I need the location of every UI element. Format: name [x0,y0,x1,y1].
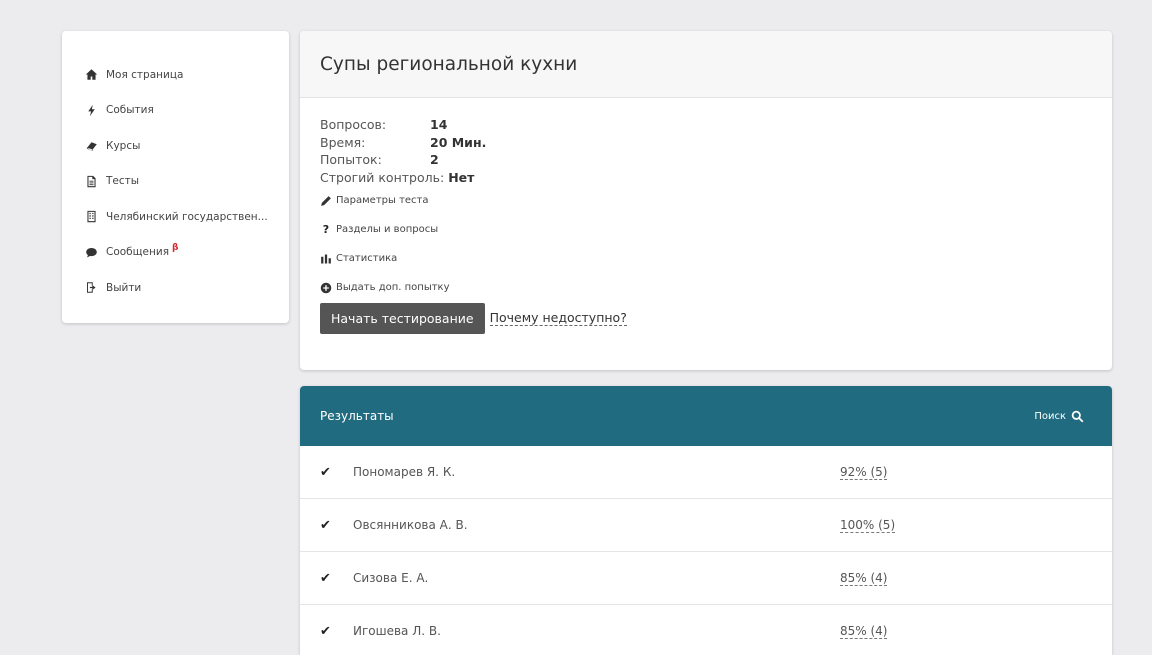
search-label: Поиск [1034,410,1066,422]
sidebar: Моя страница События Курсы Тесты Челябин… [62,31,289,323]
sidebar-item-university[interactable]: Челябинский государствен... [62,199,289,235]
book-icon [84,139,98,153]
score-link[interactable]: 85% (4) [840,624,888,639]
info-row-attempts: Попыток: 2 [320,151,1092,169]
search-icon [1071,410,1084,422]
start-row: Начать тестирование Почему недоступно? [320,303,1092,334]
action-label: Выдать доп. попытку [336,282,450,293]
building-icon [84,210,98,224]
sidebar-item-label: Сообщения [106,246,170,259]
bolt-icon [84,103,98,117]
sidebar-item-events[interactable]: События [62,93,289,129]
student-name: Сизова Е. А. [353,571,429,585]
student-name: Пономарев Я. К. [353,465,456,479]
statistics-link[interactable]: Статистика [320,244,1092,273]
table-row: ✔ Пономарев Я. К. 92% (5) [300,446,1112,499]
info-row-time: Время: 20 Мин. [320,134,1092,152]
student-name: Овсянникова А. В. [353,518,468,532]
sidebar-item-tests[interactable]: Тесты [62,164,289,200]
sidebar-item-label: Курсы [106,139,141,152]
info-label: Время: [320,134,366,150]
sections-questions-link[interactable]: ? Разделы и вопросы [320,215,1092,244]
table-row: ✔ Игошева Л. В. 85% (4) [300,605,1112,655]
action-label: Параметры теста [336,195,429,206]
score-link[interactable]: 85% (4) [840,571,888,586]
check-icon: ✔ [320,464,331,480]
page-title: Супы региональной кухни [320,53,578,75]
check-icon: ✔ [320,623,331,639]
info-label: Попыток: [320,152,382,167]
info-value: 20 Мин. [430,134,487,150]
info-row-strict-control: Строгий контроль: Нет [320,169,1092,187]
sidebar-item-label: Выйти [106,281,142,294]
info-label: Строгий контроль: [320,169,445,185]
beta-badge: β [172,243,179,254]
check-icon: ✔ [320,517,331,533]
sidebar-item-label: Моя страница [106,68,184,81]
sidebar-item-label: События [106,104,154,117]
info-value: Нет [448,169,475,185]
info-value: 2 [430,152,439,167]
action-label: Разделы и вопросы [336,224,439,235]
test-settings-link[interactable]: Параметры теста [320,186,1092,215]
sidebar-item-messages[interactable]: Сообщения β [62,235,289,271]
info-row-questions: Вопросов: 14 [320,116,1092,134]
check-icon: ✔ [320,570,331,586]
score-link[interactable]: 92% (5) [840,465,888,480]
score-link[interactable]: 100% (5) [840,518,896,533]
why-unavailable-link[interactable]: Почему недоступно? [489,311,627,326]
search-button[interactable]: Поиск [1034,410,1084,423]
results-title: Результаты [320,409,394,423]
pencil-icon [320,195,332,207]
test-info: Вопросов: 14 Время: 20 Мин. Попыток: 2 С… [300,98,1112,334]
test-card: Супы региональной кухни Вопросов: 14 Вре… [300,31,1112,370]
logout-icon [84,281,98,295]
sidebar-item-label: Тесты [106,175,140,188]
question-icon: ? [322,223,330,236]
sidebar-item-label: Челябинский государствен... [106,210,268,223]
info-value: 14 [430,117,448,132]
sidebar-item-courses[interactable]: Курсы [62,128,289,164]
results-panel: Результаты Поиск ✔ Пономарев Я. К. 92% (… [300,386,1112,655]
plus-circle-icon [320,282,332,294]
action-label: Статистика [336,253,398,264]
sidebar-item-logout[interactable]: Выйти [62,270,289,306]
sidebar-item-my-page[interactable]: Моя страница [62,57,289,93]
document-icon [84,174,98,188]
chat-icon [84,245,98,259]
bar-chart-icon [320,253,332,265]
info-label: Вопросов: [320,117,387,132]
start-test-button[interactable]: Начать тестирование [320,303,485,334]
home-icon [84,68,98,82]
test-header: Супы региональной кухни [300,31,1112,98]
results-header: Результаты Поиск [300,386,1112,446]
table-row: ✔ Сизова Е. А. 85% (4) [300,552,1112,605]
table-row: ✔ Овсянникова А. В. 100% (5) [300,499,1112,552]
student-name: Игошева Л. В. [353,624,441,638]
extra-attempt-link[interactable]: Выдать доп. попытку [320,273,1092,302]
